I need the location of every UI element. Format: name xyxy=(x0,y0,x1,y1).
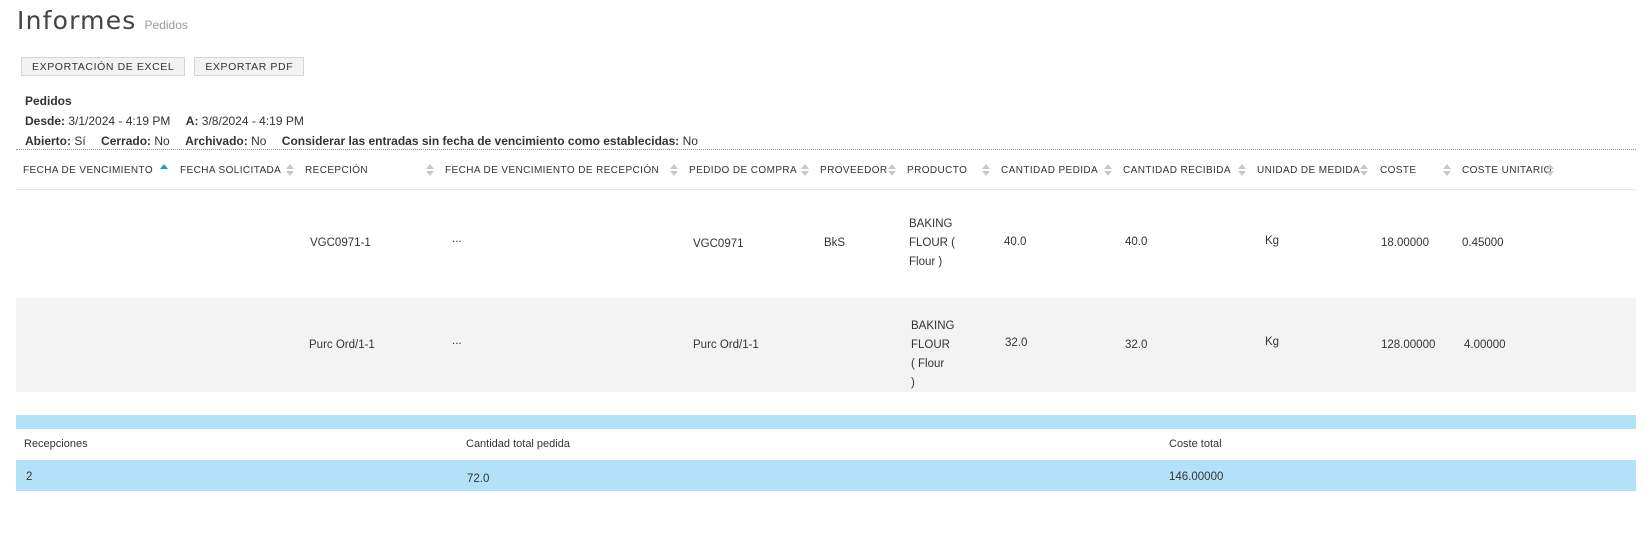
cell-purchase-order: VGC0971 xyxy=(693,238,744,250)
col-header-qty-ordered[interactable]: CANTIDAD PEDIDA xyxy=(1001,150,1098,190)
filters-heading: Pedidos xyxy=(25,94,72,108)
cell-cost: 128.00000 xyxy=(1381,339,1436,351)
cell-qty-ordered: 32.0 xyxy=(1005,337,1028,349)
export-excel-button[interactable]: EXPORTACIÓN DE EXCEL xyxy=(21,57,186,76)
summary-receptions-value: 2 xyxy=(26,471,33,483)
sort-icon[interactable] xyxy=(888,164,896,176)
cell-unit-cost: 4.00000 xyxy=(1464,339,1506,351)
table-row[interactable]: VGC0971-1 ... VGC0971 BkS BAKING FLOUR (… xyxy=(16,190,1636,298)
col-header-reception[interactable]: RECEPCIÓN xyxy=(305,150,368,190)
cell-qty-ordered: 40.0 xyxy=(1004,236,1027,248)
sort-icon[interactable] xyxy=(1546,164,1554,176)
sort-icon[interactable] xyxy=(1360,164,1368,176)
sort-icon[interactable] xyxy=(286,164,294,176)
col-header-unit-cost[interactable]: COSTE UNITARIO xyxy=(1462,150,1552,190)
summary-receptions-label: Recepciones xyxy=(24,438,88,450)
summary-total-cost-value: 146.00000 xyxy=(1169,471,1224,483)
cell-reception: Purc Ord/1-1 xyxy=(309,339,375,351)
consider-value: No xyxy=(682,134,698,148)
export-pdf-button[interactable]: EXPORTAR PDF xyxy=(194,57,305,76)
col-header-unit[interactable]: UNIDAD DE MEDIDA xyxy=(1257,150,1360,190)
col-header-reception-due-date[interactable]: FECHA DE VENCIMIENTO DE RECEPCIÓN xyxy=(445,150,659,190)
col-header-cost[interactable]: COSTE xyxy=(1380,150,1416,190)
cell-product: BAKING FLOUR ( Flour ) xyxy=(911,320,955,389)
cell-qty-received: 40.0 xyxy=(1125,236,1148,248)
cell-unit: Kg xyxy=(1265,336,1280,348)
cell-reception-due-date: ... xyxy=(452,335,462,347)
col-header-supplier[interactable]: PROVEEDOR xyxy=(820,150,888,190)
export-toolbar: EXPORTACIÓN DE EXCEL EXPORTAR PDF xyxy=(21,57,305,76)
summary-divider-bar xyxy=(16,415,1636,429)
from-value: 3/1/2024 - 4:19 PM xyxy=(68,114,171,128)
cell-purchase-order: Purc Ord/1-1 xyxy=(693,339,759,351)
summary-total-qty-label: Cantidad total pedida xyxy=(466,438,570,450)
sort-icon[interactable] xyxy=(982,164,990,176)
cell-reception-due-date: ... xyxy=(452,233,462,245)
to-label: A: xyxy=(185,114,199,128)
sort-icon[interactable] xyxy=(801,164,809,176)
summary-values: 2 72.0 146.00000 xyxy=(16,460,1636,491)
table-header: FECHA DE VENCIMIENTO FECHA SOLICITADA RE… xyxy=(16,150,1636,190)
col-header-qty-received[interactable]: CANTIDAD RECIBIDA xyxy=(1123,150,1231,190)
cell-reception: VGC0971-1 xyxy=(310,237,371,249)
page-subtitle: Pedidos xyxy=(144,18,188,32)
cell-unit: Kg xyxy=(1265,235,1280,247)
closed-label: Cerrado: xyxy=(101,134,152,148)
sort-icon[interactable] xyxy=(670,164,678,176)
from-label: Desde: xyxy=(25,114,66,128)
cell-unit-cost: 0.45000 xyxy=(1462,237,1504,249)
sort-icon[interactable] xyxy=(1238,164,1246,176)
cell-product: BAKING FLOUR ( Flour ) xyxy=(909,218,955,268)
cell-qty-received: 32.0 xyxy=(1125,339,1148,351)
col-header-due-date[interactable]: FECHA DE VENCIMIENTO xyxy=(23,150,153,190)
sort-ascending-icon[interactable] xyxy=(160,164,168,176)
report-filters: Pedidos Desde: 3/1/2024 - 4:19 PM A: 3/8… xyxy=(25,91,698,151)
to-value: 3/8/2024 - 4:19 PM xyxy=(201,114,304,128)
summary-total-cost-label: Coste total xyxy=(1169,438,1222,450)
archived-value: No xyxy=(251,134,267,148)
open-label: Abierto: xyxy=(25,134,71,148)
page-header: Informes Pedidos xyxy=(17,6,188,35)
sort-icon[interactable] xyxy=(1104,164,1112,176)
page-title: Informes xyxy=(17,6,137,35)
sort-icon[interactable] xyxy=(1443,164,1451,176)
col-header-requested-date[interactable]: FECHA SOLICITADA xyxy=(180,150,281,190)
col-header-purchase-order[interactable]: PEDIDO DE COMPRA xyxy=(689,150,797,190)
archived-label: Archivado: xyxy=(185,134,248,148)
table-row[interactable]: Purc Ord/1-1 ... Purc Ord/1-1 BAKING FLO… xyxy=(16,298,1636,392)
open-value: Sí xyxy=(74,134,86,148)
summary-header: Recepciones Cantidad total pedida Coste … xyxy=(16,429,1636,460)
consider-label: Considerar las entradas sin fecha de ven… xyxy=(281,134,680,148)
col-header-product[interactable]: PRODUCTO xyxy=(907,150,967,190)
cell-supplier: BkS xyxy=(824,237,846,249)
closed-value: No xyxy=(154,134,170,148)
cell-cost: 18.00000 xyxy=(1381,237,1429,249)
summary-total-qty-value: 72.0 xyxy=(467,473,490,485)
sort-icon[interactable] xyxy=(426,164,434,176)
